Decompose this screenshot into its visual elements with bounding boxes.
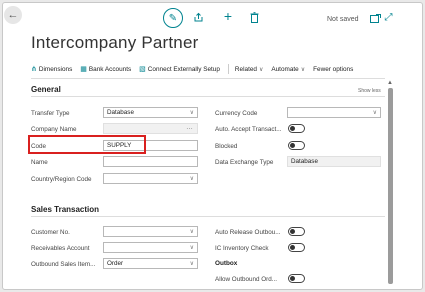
toggle-knob [290, 126, 295, 131]
share-icon[interactable] [192, 11, 204, 23]
setup-icon: ▧ [139, 66, 146, 73]
auto-release-toggle[interactable] [288, 227, 305, 236]
chevron-down-icon: ∨ [189, 229, 194, 235]
allow-outbound-toggle[interactable] [288, 274, 305, 283]
name-label: Name [31, 159, 48, 166]
chevron-down-icon: ∨ [189, 110, 194, 116]
page-title: Intercompany Partner [31, 33, 199, 52]
scroll-up-arrow-icon[interactable]: ▲ [387, 80, 393, 86]
chevron-down-icon: ∨ [189, 261, 194, 267]
scrollbar-thumb[interactable] [388, 88, 393, 284]
dimensions-icon: ⋔ [31, 66, 37, 73]
customer-no-label: Customer No. [31, 229, 70, 236]
bank-accounts-action[interactable]: ▦ Bank Accounts [80, 65, 132, 74]
data-exchange-value: Database [291, 158, 318, 165]
sales-heading-divider [31, 216, 385, 217]
open-new-window-icon[interactable] [369, 13, 381, 23]
receivables-account-label: Receivables Account [31, 245, 90, 252]
code-highlight-annotation [28, 135, 146, 154]
action-bar: ⋔ Dimensions ▦ Bank Accounts ▧ Connect Exte… [31, 63, 361, 75]
delete-trash-icon[interactable] [248, 11, 260, 23]
automate-label: Automate [271, 65, 299, 73]
chevron-down-icon: ∨ [300, 66, 306, 73]
auto-accept-toggle[interactable] [288, 124, 305, 133]
action-bar-divider [31, 78, 385, 79]
bank-accounts-label: Bank Accounts [88, 65, 132, 73]
currency-code-label: Currency Code [215, 110, 258, 117]
back-arrow-icon[interactable]: ← [4, 6, 22, 24]
toggle-knob [290, 276, 295, 281]
company-name-field[interactable]: … [103, 123, 198, 134]
outbound-sales-item-label: Outbound Sales Item... [31, 261, 96, 268]
action-divider [227, 64, 229, 74]
receivables-account-select[interactable]: ∨ [103, 242, 198, 253]
connect-label: Connect Externally Setup [147, 65, 220, 73]
ic-inventory-check-toggle[interactable] [288, 243, 305, 252]
new-plus-icon[interactable]: + [221, 8, 235, 24]
auto-accept-label: Auto. Accept Transact... [215, 126, 282, 133]
edit-pencil-icon[interactable]: ✎ [163, 8, 183, 28]
transfer-type-select[interactable]: Database ∨ [103, 107, 198, 118]
toggle-knob [290, 229, 295, 234]
general-heading-divider [31, 96, 385, 97]
related-label: Related [234, 65, 257, 73]
chevron-down-icon: ∨ [372, 110, 377, 116]
toggle-knob [290, 245, 295, 250]
chevron-down-icon: ∨ [258, 66, 264, 73]
customer-no-select[interactable]: ∨ [103, 226, 198, 237]
country-region-select[interactable]: ∨ [103, 173, 198, 184]
chevron-down-icon: ∨ [189, 176, 194, 182]
blocked-toggle[interactable] [288, 141, 305, 150]
currency-code-select[interactable]: ∨ [287, 107, 381, 118]
show-less-link[interactable]: Show less [358, 88, 381, 94]
lookup-ellipsis-icon[interactable]: … [186, 124, 193, 131]
dimensions-action[interactable]: ⋔ Dimensions [31, 65, 73, 74]
fewer-options-label: Fewer options [313, 65, 354, 73]
connect-externally-action[interactable]: ▧ Connect Externally Setup [139, 65, 220, 74]
outbound-sales-item-value: Order [107, 260, 124, 267]
dimensions-label: Dimensions [38, 65, 73, 73]
outbox-subheading: Outbox [215, 260, 238, 267]
toggle-knob [290, 143, 295, 148]
company-name-label: Company Name [31, 126, 77, 133]
related-menu[interactable]: Related ∨ [235, 66, 263, 73]
sales-transaction-heading: Sales Transaction [31, 205, 100, 214]
name-field[interactable] [103, 156, 198, 167]
country-region-label: Country/Region Code [31, 176, 92, 183]
blocked-label: Blocked [215, 143, 238, 150]
automate-menu[interactable]: Automate ∨ [271, 66, 305, 73]
transfer-type-label: Transfer Type [31, 110, 70, 117]
auto-release-label: Auto Release Outbou... [215, 229, 281, 236]
data-exchange-field: Database [287, 156, 381, 167]
general-heading: General [31, 85, 61, 94]
outbound-sales-item-select[interactable]: Order ∨ [103, 258, 198, 269]
ic-inventory-check-label: IC Inventory Check [215, 245, 269, 252]
save-status: Not saved [327, 16, 359, 23]
chevron-down-icon: ∨ [189, 245, 194, 251]
transfer-type-value: Database [107, 109, 134, 116]
data-exchange-label: Data Exchange Type [215, 159, 274, 166]
fewer-options-button[interactable]: Fewer options [313, 66, 353, 73]
bank-icon: ▦ [80, 66, 87, 73]
expand-icon[interactable]: ⤢ [383, 12, 394, 23]
allow-outbound-label: Allow Outbound Ord... [215, 276, 277, 283]
